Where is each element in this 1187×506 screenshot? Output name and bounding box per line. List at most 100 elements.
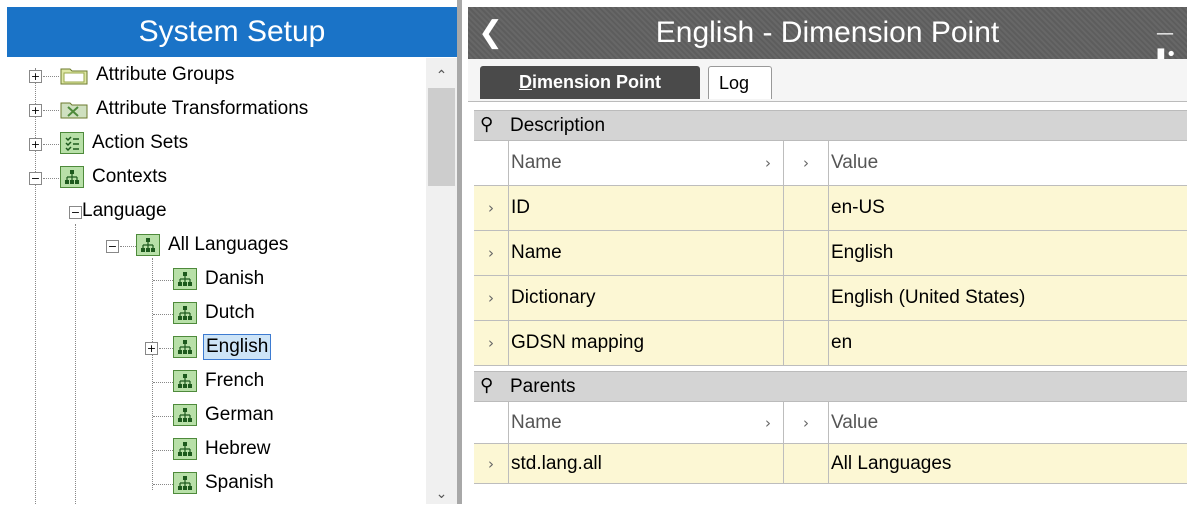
- section-label: Description: [510, 115, 606, 136]
- hierarchy-icon: [173, 472, 197, 494]
- tab-label: imension Point: [531, 72, 661, 92]
- expand-column-icon[interactable]: ›: [784, 402, 829, 443]
- tree-item-label: German: [205, 404, 274, 425]
- checklist-icon: [60, 132, 84, 154]
- row-value-cell[interactable]: English (United States): [829, 276, 1187, 320]
- tree-item-danish[interactable]: Danish: [173, 264, 266, 294]
- row-spacer-cell: [784, 231, 829, 275]
- row-value: en-US: [831, 197, 885, 218]
- row-name: Name: [511, 242, 562, 263]
- table-row[interactable]: › std.lang.all All Languages: [474, 444, 1187, 484]
- row-value: English (United States): [831, 287, 1026, 308]
- setup-tree[interactable]: + Attribute Groups + Attribute Transform…: [0, 58, 426, 504]
- system-setup-pane: System Setup + Attribute Groups + Attrib…: [0, 0, 462, 504]
- tree-item-french[interactable]: French: [173, 366, 266, 396]
- back-arrow-icon[interactable]: ❮: [478, 17, 503, 49]
- row-chevron-icon[interactable]: ›: [474, 321, 509, 365]
- tab-strip: Dimension Point Log: [468, 59, 1187, 102]
- row-spacer-cell: [784, 321, 829, 365]
- row-value-cell[interactable]: en-US: [829, 186, 1187, 230]
- column-header-name[interactable]: Name ›: [509, 402, 784, 443]
- row-value-cell[interactable]: All Languages: [829, 444, 1187, 483]
- tree-item-all-languages[interactable]: All Languages: [136, 230, 290, 260]
- scrollbar-thumb[interactable]: [428, 88, 455, 186]
- row-name: std.lang.all: [511, 452, 602, 474]
- table-row[interactable]: › Dictionary English (United States): [474, 276, 1187, 321]
- row-header-cell: [474, 141, 509, 185]
- row-spacer-cell: [784, 186, 829, 230]
- collapse-icon[interactable]: −: [29, 172, 42, 185]
- row-chevron-icon[interactable]: ›: [474, 444, 509, 483]
- description-column-header: Name › › Value: [474, 141, 1187, 186]
- row-name-cell: GDSN mapping: [509, 321, 784, 365]
- row-name: Dictionary: [511, 287, 596, 308]
- row-chevron-icon[interactable]: ›: [474, 186, 509, 230]
- tree-item-spanish[interactable]: Spanish: [173, 468, 276, 498]
- table-row[interactable]: › Name English: [474, 231, 1187, 276]
- tab-mnemonic: D: [518, 72, 532, 92]
- tree-item-label: Language: [82, 200, 167, 221]
- row-name-cell: std.lang.all: [509, 444, 784, 483]
- tree-item-label: Attribute Groups: [96, 64, 235, 85]
- row-name: GDSN mapping: [511, 332, 645, 353]
- expand-icon[interactable]: +: [29, 70, 42, 83]
- tree-item-contexts[interactable]: Contexts: [60, 162, 169, 192]
- tree-item-english[interactable]: English: [173, 332, 272, 362]
- editor-header: English - Dimension Point ❮ —▮•: [468, 7, 1187, 65]
- pushpin-icon[interactable]: ⚲: [480, 376, 493, 396]
- tree-item-label: Spanish: [205, 472, 274, 493]
- row-spacer-cell: [784, 276, 829, 320]
- row-value: en: [831, 332, 853, 353]
- chevron-right-icon: ›: [765, 154, 771, 172]
- row-chevron-icon[interactable]: ›: [474, 231, 509, 275]
- parents-column-header: Name › › Value: [474, 402, 1187, 444]
- dimension-point-editor: English - Dimension Point ❮ —▮• Dimensio…: [462, 0, 1187, 504]
- section-label: Parents: [510, 376, 576, 397]
- tree-scrollbar[interactable]: ⌃ ⌄: [426, 58, 457, 504]
- tree-item-dutch[interactable]: Dutch: [173, 298, 257, 328]
- tree-item-label: Danish: [205, 268, 265, 289]
- hierarchy-icon: [173, 404, 197, 426]
- column-label: Name: [511, 411, 562, 433]
- column-header-value[interactable]: Value: [829, 402, 1187, 443]
- scroll-up-icon[interactable]: ⌃: [426, 62, 457, 88]
- table-row[interactable]: › ID en-US: [474, 186, 1187, 231]
- tree-item-hebrew[interactable]: Hebrew: [173, 434, 272, 464]
- tree-item-attribute-groups[interactable]: Attribute Groups: [60, 60, 236, 90]
- tab-label: Log: [719, 73, 750, 93]
- tree-item-label: Hebrew: [205, 438, 271, 459]
- pane-title: System Setup: [7, 7, 457, 57]
- table-row[interactable]: › GDSN mapping en: [474, 321, 1187, 366]
- tree-item-label: French: [205, 370, 265, 391]
- row-value: English: [831, 242, 894, 263]
- hierarchy-icon: [173, 370, 197, 392]
- pushpin-icon[interactable]: ⚲: [480, 115, 493, 135]
- row-name-cell: Dictionary: [509, 276, 784, 320]
- tab-dimension-point[interactable]: Dimension Point: [480, 66, 700, 99]
- row-chevron-icon[interactable]: ›: [474, 276, 509, 320]
- expand-icon[interactable]: +: [29, 104, 42, 117]
- parents-section-header[interactable]: ⚲ Parents: [474, 371, 1187, 402]
- row-value-cell[interactable]: English: [829, 231, 1187, 275]
- tree-item-german[interactable]: German: [173, 400, 276, 430]
- expand-column-icon[interactable]: ›: [784, 141, 829, 185]
- row-name: ID: [511, 197, 530, 218]
- column-header-name[interactable]: Name ›: [509, 141, 784, 185]
- column-header-value[interactable]: Value: [829, 141, 1187, 185]
- scroll-down-icon[interactable]: ⌄: [426, 480, 457, 506]
- tree-item-attribute-transformations[interactable]: Attribute Transformations: [60, 94, 310, 124]
- row-spacer-cell: [784, 444, 829, 483]
- tab-log[interactable]: Log: [708, 66, 772, 99]
- collapse-icon[interactable]: −: [106, 240, 119, 253]
- description-section-header[interactable]: ⚲ Description: [474, 110, 1187, 141]
- tree-item-action-sets[interactable]: Action Sets: [60, 128, 190, 158]
- tree-item-language[interactable]: Language: [80, 196, 169, 226]
- expand-icon[interactable]: +: [145, 342, 158, 355]
- editor-title: English - Dimension Point: [655, 16, 1000, 49]
- chevron-right-icon: ›: [765, 413, 771, 432]
- hierarchy-icon: [173, 302, 197, 324]
- row-name-cell: ID: [509, 186, 784, 230]
- expand-icon[interactable]: +: [29, 138, 42, 151]
- row-value-cell[interactable]: en: [829, 321, 1187, 365]
- hierarchy-icon: [60, 166, 84, 188]
